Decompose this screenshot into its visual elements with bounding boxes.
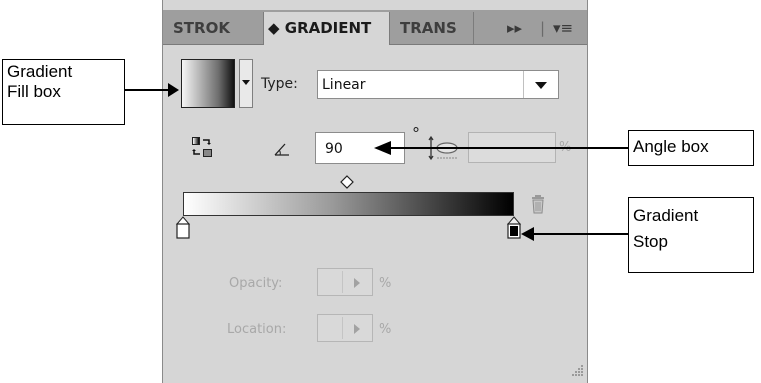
angle-icon	[274, 143, 289, 156]
chevron-down-icon[interactable]	[523, 71, 558, 98]
callout-stop-line1: Gradient	[633, 206, 699, 225]
location-label: Location:	[227, 322, 287, 337]
angle-value: 90	[325, 141, 343, 157]
arrowhead-angle	[374, 141, 391, 155]
callout-fill-line2: Fill box	[7, 82, 61, 101]
opacity-unit: %	[379, 276, 392, 291]
tab-transparency[interactable]: TRANS	[389, 12, 474, 44]
leader-line-fill	[125, 89, 169, 91]
trash-icon[interactable]	[530, 194, 546, 214]
type-select[interactable]: Linear	[317, 70, 559, 99]
gradient-panel: STROK ◆ GRADIENT TRANS ▸▸ | ▾≡ Type: Lin…	[162, 0, 588, 383]
tab-separator: |	[540, 19, 546, 37]
gradient-fill-box[interactable]	[181, 59, 235, 108]
arrowhead-fill	[168, 83, 179, 97]
reverse-gradient-icon[interactable]	[191, 136, 213, 158]
midpoint-diamond-icon[interactable]	[340, 175, 354, 189]
arrowhead-stop	[521, 227, 534, 241]
callout-gradient-stop: Gradient Stop	[628, 197, 754, 273]
degree-symbol: °	[412, 124, 420, 143]
gradient-stop-black[interactable]	[506, 216, 522, 240]
gradient-slider[interactable]	[183, 192, 514, 216]
location-unit: %	[379, 322, 392, 337]
resize-grip-icon[interactable]	[570, 363, 584, 377]
tab-stroke[interactable]: STROK	[163, 12, 264, 44]
panel-menu-icon[interactable]: ▾≡	[553, 12, 573, 44]
tab-bar: STROK ◆ GRADIENT TRANS ▸▸ | ▾≡	[163, 10, 587, 45]
callout-gradient-fill-box: Gradient Fill box	[2, 59, 125, 125]
leader-line-stop	[533, 233, 628, 235]
opacity-label: Opacity:	[229, 276, 283, 291]
location-input[interactable]	[317, 314, 373, 342]
expand-panel-icon[interactable]: ▸▸	[507, 12, 522, 44]
callout-stop-line2: Stop	[633, 232, 668, 251]
opacity-input[interactable]	[317, 268, 373, 296]
leader-line-angle	[390, 147, 628, 149]
type-label: Type:	[261, 76, 298, 92]
gradient-fill-dropdown-button[interactable]	[239, 59, 253, 108]
callout-fill-line1: Gradient	[7, 62, 73, 81]
callout-angle-box: Angle box	[628, 130, 754, 166]
tab-gradient[interactable]: ◆ GRADIENT	[264, 12, 389, 45]
gradient-stop-white[interactable]	[175, 216, 191, 240]
callout-angle-text: Angle box	[633, 137, 709, 156]
type-select-value: Linear	[322, 77, 366, 93]
